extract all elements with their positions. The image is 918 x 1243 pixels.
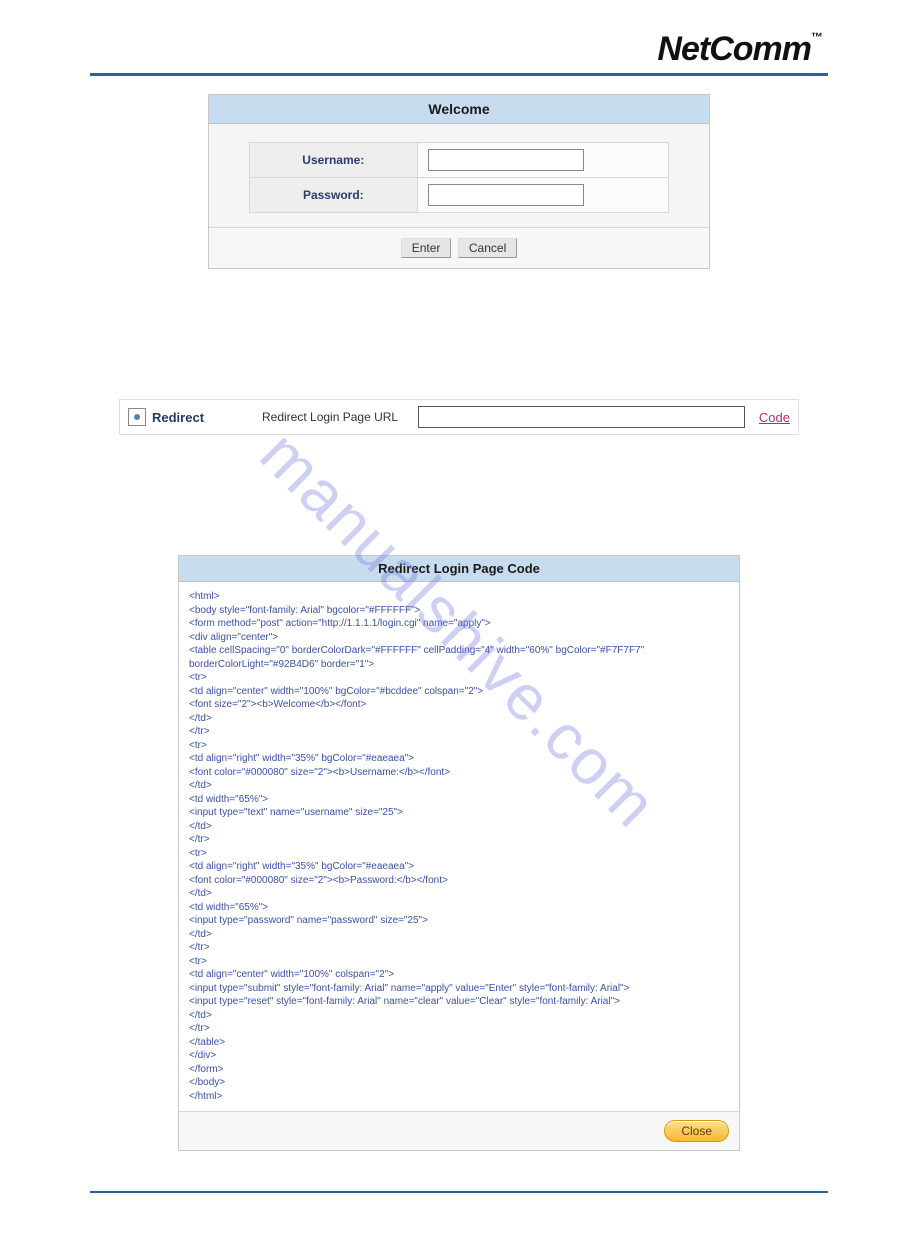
cancel-button[interactable]: Cancel bbox=[458, 238, 517, 258]
username-label: Username: bbox=[250, 143, 418, 178]
username-cell bbox=[417, 143, 668, 178]
page-root: NetComm™ Welcome Username: Password: bbox=[0, 0, 918, 1243]
header-rule bbox=[90, 73, 828, 76]
code-panel: Redirect Login Page Code <html> <body st… bbox=[178, 555, 740, 1151]
redirect-url-input[interactable] bbox=[418, 406, 745, 428]
brand-logo: NetComm™ bbox=[90, 30, 828, 69]
redirect-field-label: Redirect Login Page URL bbox=[262, 410, 398, 424]
redirect-radio[interactable] bbox=[128, 408, 146, 426]
code-link[interactable]: Code bbox=[759, 410, 790, 425]
username-row: Username: bbox=[250, 143, 669, 178]
brand-name: NetComm bbox=[657, 30, 811, 68]
password-row: Password: bbox=[250, 178, 669, 213]
password-input[interactable] bbox=[428, 184, 584, 206]
redirect-option-label: Redirect bbox=[152, 410, 252, 425]
code-body: <html> <body style="font-family: Arial" … bbox=[179, 582, 739, 1111]
code-panel-title: Redirect Login Page Code bbox=[179, 556, 739, 582]
welcome-body: Username: Password: bbox=[209, 124, 709, 227]
welcome-title: Welcome bbox=[209, 95, 709, 124]
password-cell bbox=[417, 178, 668, 213]
welcome-footer: Enter Cancel bbox=[209, 227, 709, 268]
password-label: Password: bbox=[250, 178, 418, 213]
username-input[interactable] bbox=[428, 149, 584, 171]
footer-rule bbox=[90, 1191, 828, 1193]
code-footer: Close bbox=[179, 1111, 739, 1150]
login-form-table: Username: Password: bbox=[249, 142, 669, 213]
radio-selected-icon bbox=[134, 414, 140, 420]
redirect-row: Redirect Redirect Login Page URL Code bbox=[119, 399, 799, 435]
welcome-panel: Welcome Username: Password: Enter bbox=[208, 94, 710, 269]
brand-tm: ™ bbox=[811, 30, 822, 44]
close-button[interactable]: Close bbox=[664, 1120, 729, 1142]
enter-button[interactable]: Enter bbox=[401, 238, 452, 258]
